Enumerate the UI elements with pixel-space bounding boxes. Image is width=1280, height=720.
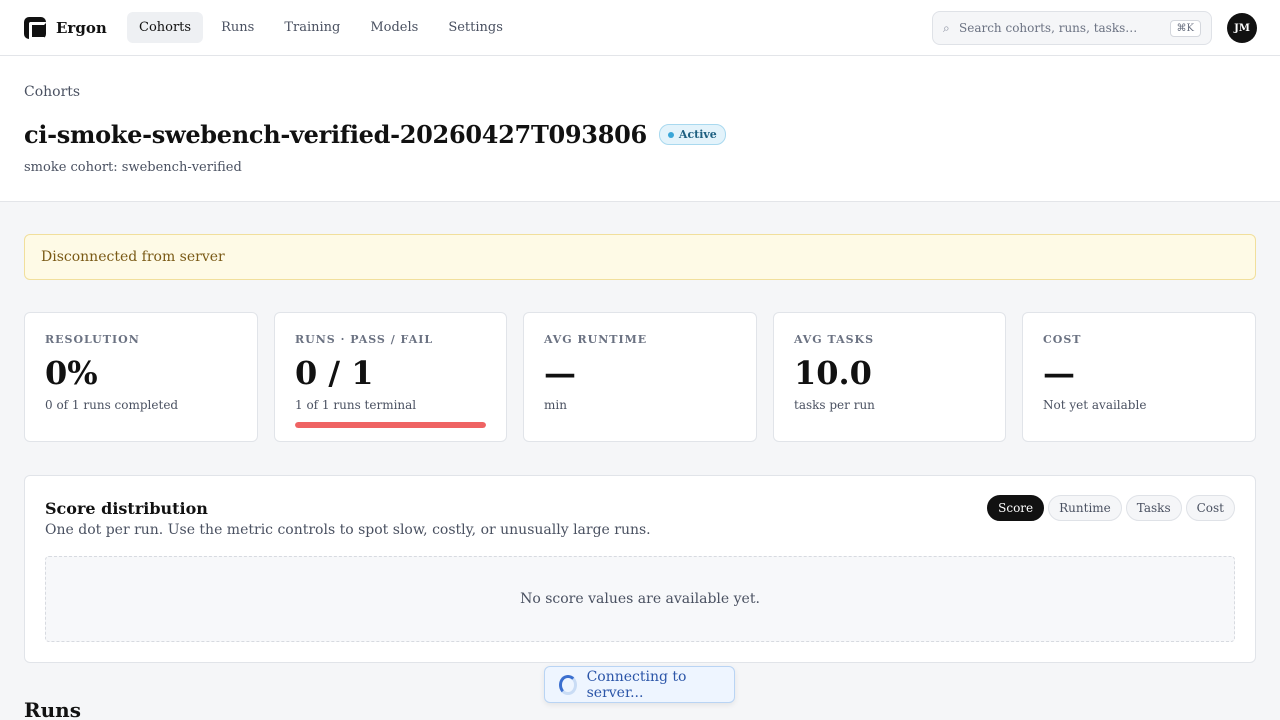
panel-title: Score distribution	[45, 499, 208, 518]
disconnected-alert: Disconnected from server	[24, 234, 1256, 280]
stat-label: Avg Tasks	[794, 333, 875, 346]
stat-label: Avg Runtime	[544, 333, 648, 346]
runs-section-heading: Runs	[24, 698, 81, 720]
brand[interactable]: Ergon	[24, 17, 107, 40]
stat-label: Runs · Pass / Fail	[295, 333, 434, 346]
stat-sub: min	[544, 398, 567, 412]
stat-value: 0%	[45, 354, 98, 392]
stat-card-avg-tasks: Avg Tasks 10.0 tasks per run	[773, 312, 1006, 442]
stat-label: Cost	[1043, 333, 1082, 346]
loading-spinner-icon	[559, 674, 577, 695]
status-dot-icon	[667, 131, 674, 138]
score-distribution-panel: Score distribution One dot per run. Use …	[24, 475, 1256, 663]
stat-label: Resolution	[45, 333, 140, 346]
status-badge-label: Active	[678, 128, 717, 141]
nav-item-runs[interactable]: Runs	[209, 12, 266, 43]
stat-sub: 0 of 1 runs completed	[45, 398, 179, 412]
stat-card-runs: Runs · Pass / Fail 0 / 1 1 of 1 runs ter…	[274, 312, 507, 442]
stat-value: 0 / 1	[295, 354, 374, 392]
connecting-toast: Connecting to server...	[544, 666, 735, 703]
stat-card-resolution: Resolution 0% 0 of 1 runs completed	[24, 312, 258, 442]
empty-state: No score values are available yet.	[45, 556, 1235, 642]
stat-sub: 1 of 1 runs terminal	[295, 398, 417, 412]
search-icon: ⌕	[943, 20, 950, 35]
nav-item-models[interactable]: Models	[358, 12, 430, 43]
search-box[interactable]: ⌕ ⌘K	[932, 11, 1212, 45]
panel-description: One dot per run. Use the metric controls…	[45, 522, 651, 538]
brand-name: Ergon	[56, 19, 107, 37]
main-nav: Cohorts Runs Training Models Settings	[127, 12, 515, 43]
metric-cost-button[interactable]: Cost	[1185, 495, 1235, 521]
stat-value: 10.0	[794, 354, 872, 392]
toast-text: Connecting to server...	[586, 668, 687, 701]
title-row: ci-smoke-swebench-verified-20260427T0938…	[24, 120, 726, 149]
status-badge: Active	[658, 124, 726, 145]
metric-score-button[interactable]: Score	[987, 495, 1045, 521]
stat-card-cost: Cost — Not yet available	[1022, 312, 1256, 442]
nav-item-settings[interactable]: Settings	[436, 12, 515, 43]
stat-sub: tasks per run	[794, 398, 875, 412]
nav-item-training[interactable]: Training	[272, 12, 352, 43]
stat-sub: Not yet available	[1043, 398, 1147, 412]
metric-toggle: Score Runtime Tasks Cost	[987, 495, 1235, 521]
runs-progress-bar	[295, 422, 486, 428]
stat-card-avg-runtime: Avg Runtime — min	[523, 312, 757, 442]
page-title: ci-smoke-swebench-verified-20260427T0938…	[24, 120, 647, 149]
breadcrumb[interactable]: Cohorts	[24, 84, 80, 100]
page-header: Cohorts ci-smoke-swebench-verified-20260…	[0, 56, 1280, 202]
ergon-logo-icon	[24, 17, 47, 40]
stat-value: —	[1043, 354, 1075, 392]
stat-value: —	[544, 354, 576, 392]
search-input[interactable]	[959, 21, 1170, 35]
shortcut-hint: ⌘K	[1169, 19, 1201, 37]
metric-runtime-button[interactable]: Runtime	[1048, 495, 1122, 521]
metric-tasks-button[interactable]: Tasks	[1125, 495, 1182, 521]
runs-progress-fill	[295, 422, 486, 428]
nav-item-cohorts[interactable]: Cohorts	[127, 12, 204, 43]
top-nav-bar: Ergon Cohorts Runs Training Models Setti…	[0, 0, 1280, 56]
user-avatar[interactable]: JM	[1227, 13, 1257, 43]
page-subtitle: smoke cohort: swebench-verified	[24, 160, 242, 175]
